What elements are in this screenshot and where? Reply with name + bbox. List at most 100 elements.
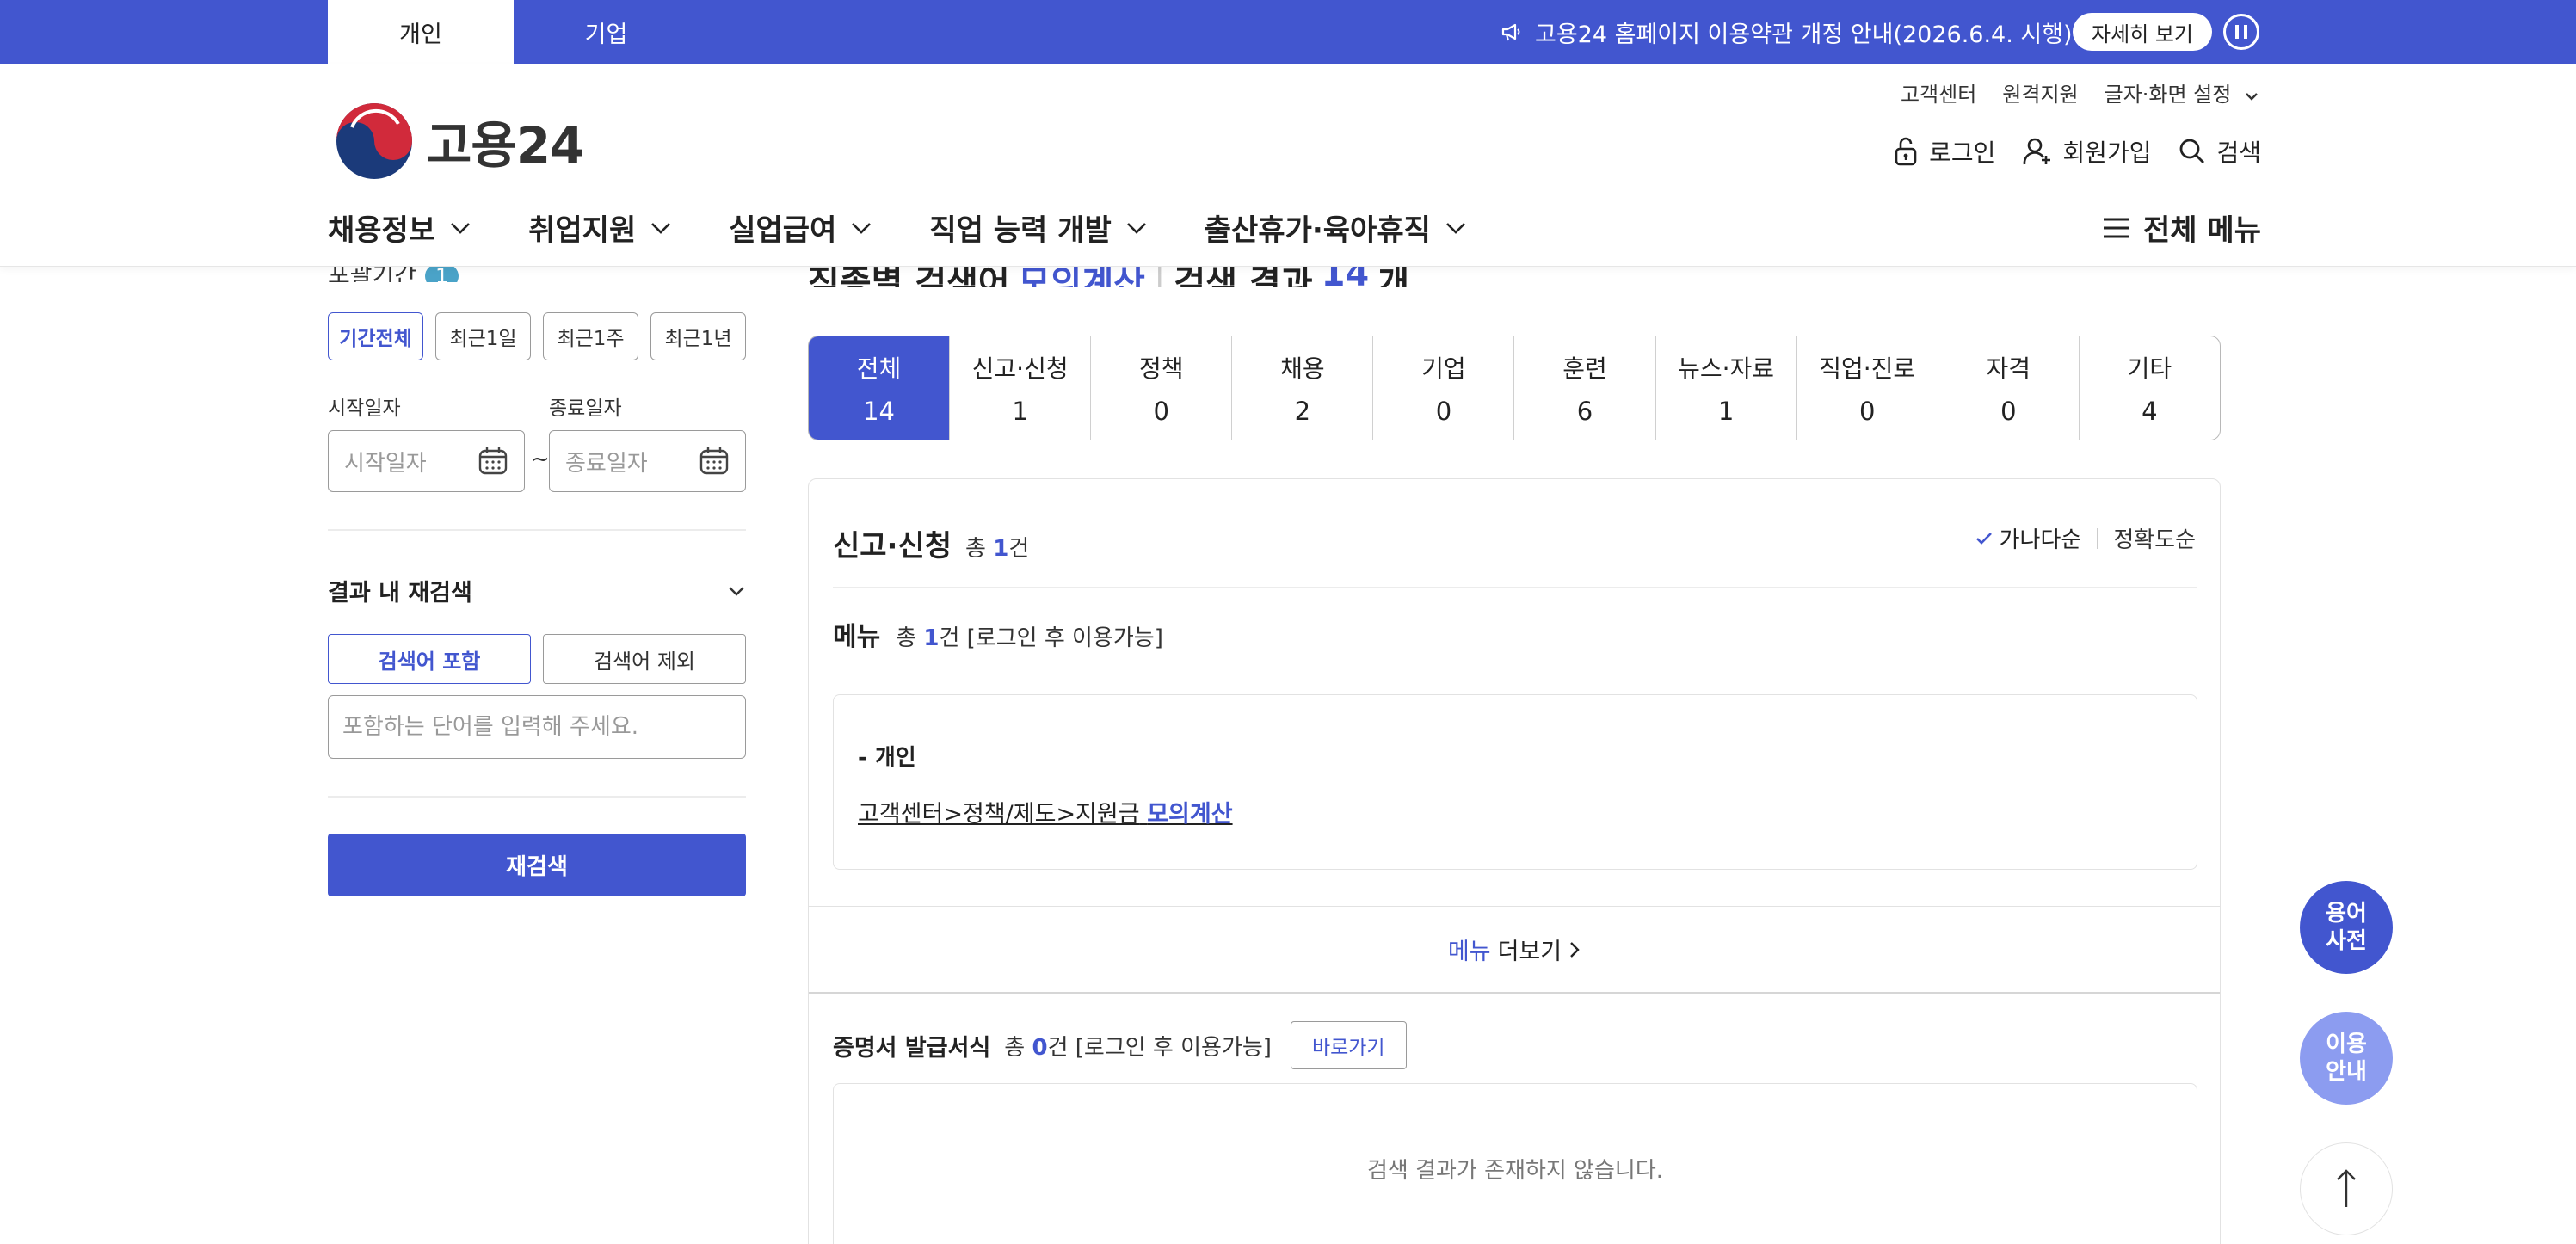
login-link[interactable]: 로그인 [1893,134,1995,169]
exclude-keyword-button[interactable]: 검색어 제외 [543,634,746,684]
tab-category-training[interactable]: 훈련 6 [1514,336,1656,440]
add-user-icon [2024,138,2051,165]
sort-accuracy[interactable]: 정확도순 [2113,522,2196,554]
nav-parental-leave[interactable]: 출산휴가·육아휴직 [1205,206,1467,249]
menu-subsection-title: 메뉴 [833,622,881,652]
notice-link[interactable]: 고용24 홈페이지 이용약관 개정 안내(2026.6.4. 시행) [1501,0,2073,64]
category-count: 4 [2142,397,2158,426]
category-count: 1 [1717,397,1735,426]
lock-icon [1895,137,1917,166]
count-unit: 건 [939,625,960,651]
util-display-settings[interactable]: 글자·화면 설정 [2105,77,2259,108]
period-1day-button[interactable]: 최근1일 [435,312,531,360]
end-date-field[interactable]: 종료일자 [549,430,746,492]
include-keyword-button[interactable]: 검색어 포함 [328,634,531,684]
guide-label: 이용 안내 [2326,1031,2367,1086]
sidebar-partial-badge: 1 [425,264,459,282]
nav-skill-development[interactable]: 직업 능력 개발 [929,206,1147,249]
tab-category-company[interactable]: 기업 0 [1373,336,1515,440]
period-1week-button[interactable]: 최근1주 [543,312,638,360]
result-item-path: 고객센터>정책/제도>지원금 [858,801,1140,828]
goto-button[interactable]: 바로가기 [1290,1021,1407,1069]
util-customer-center[interactable]: 고객센터 [1901,77,1976,108]
tab-category-career[interactable]: 직업·진로 0 [1797,336,1938,440]
nav-employment-support[interactable]: 취업지원 [528,206,672,249]
tab-category-report[interactable]: 신고·신청 1 [950,336,1092,440]
calendar-icon[interactable] [478,446,508,477]
pause-icon[interactable] [2223,14,2259,50]
scroll-top-button[interactable] [2300,1142,2393,1235]
glossary-label: 용어 사전 [2326,900,2367,955]
util-remote-support[interactable]: 원격지원 [2002,77,2078,108]
research-section-toggle[interactable]: 결과 내 재검색 [328,574,746,607]
sort-alphabetical-label: 가나다순 [1999,527,2082,553]
tab-category-etc[interactable]: 기타 4 [2080,336,2220,440]
guide-button[interactable]: 이용 안내 [2300,1012,2393,1105]
search-label: 검색 [2216,139,2261,167]
category-count: 2 [1294,397,1311,426]
category-label: 훈련 [1562,354,1607,383]
tab-company[interactable]: 기업 [514,0,699,64]
chevron-down-icon [651,222,671,234]
nav-job-info[interactable]: 채용정보 [328,206,471,249]
sort-alphabetical[interactable]: 가나다순 [1975,522,2082,554]
all-menu-label: 전체 메뉴 [2143,213,2261,248]
category-label: 전체 [856,354,902,383]
menu-count-number: 1 [923,625,940,651]
date-range-tilde: ~ [531,446,550,472]
logo-text: 고용24 [426,116,584,175]
login-note: [로그인 후 이용가능] [1075,1034,1272,1061]
category-count: 0 [1858,397,1876,426]
tab-category-license[interactable]: 자격 0 [1938,336,2080,440]
result-item-category: - 개인 [858,745,916,771]
top-notice-bar: 개인 기업 고용24 홈페이지 이용약관 개정 안내(2026.6.4. 시행)… [0,0,2576,64]
tab-category-all[interactable]: 전체 14 [809,336,951,440]
research-keyword-input[interactable] [328,695,746,759]
total-word: 총 [896,625,917,651]
site-logo[interactable]: 고용24 [335,102,584,181]
result-item-link[interactable]: 고객센터>정책/제도>지원금 모의계산 [858,795,1233,828]
all-menu-button[interactable]: 전체 메뉴 [2102,206,2261,249]
category-label: 신고·신청 [971,354,1069,383]
category-count: 6 [1576,397,1593,426]
glossary-button[interactable]: 용어 사전 [2300,881,2393,974]
tab-category-hiring[interactable]: 채용 2 [1232,336,1374,440]
sort-options: 가나다순 정확도순 [1975,522,2196,554]
search-link[interactable]: 검색 [2179,134,2261,169]
empty-result-text: 검색 결과가 존재하지 않습니다. [1366,1158,1664,1184]
nav-unemployment-benefit[interactable]: 실업급여 [729,206,872,249]
chevron-right-icon [1570,941,1580,958]
certificate-subsection-header: 증명서 발급서식 총 0건 [로그인 후 이용가능] 바로가기 [833,1021,1407,1069]
category-label: 채용 [1280,354,1325,383]
section-count-number: 1 [993,536,1009,562]
period-1year-button[interactable]: 최근1년 [650,312,746,360]
util-display-settings-label: 글자·화면 설정 [2104,83,2232,107]
notice-text: 고용24 홈페이지 이용약관 개정 안내(2026.6.4. 시행) [1535,21,2073,48]
calendar-icon[interactable] [699,446,730,477]
megaphone-icon [1501,22,1523,42]
start-date-field[interactable]: 시작일자 [328,430,525,492]
signup-label: 회원가입 [2062,139,2152,167]
tab-personal[interactable]: 개인 [328,0,514,64]
total-word: 총 [965,536,986,562]
tab-category-policy[interactable]: 정책 0 [1091,336,1233,440]
period-all-button[interactable]: 기간전체 [328,312,423,360]
research-button[interactable]: 재검색 [328,834,746,896]
nav-job-info-label: 채용정보 [328,213,436,248]
section-title: 신고·신청 [833,529,952,563]
category-label: 기타 [2127,354,2172,383]
notice-detail-button[interactable]: 자세히 보기 [2073,13,2212,51]
member-links: 로그인 회원가입 검색 [1893,134,2261,169]
section-count: 총 1건 [965,531,1029,563]
certificate-title: 증명서 발급서식 [833,1034,991,1062]
start-date-placeholder: 시작일자 [344,450,427,477]
start-date-label: 시작일자 [328,397,401,420]
end-date-placeholder: 종료일자 [565,450,648,477]
signup-link[interactable]: 회원가입 [2023,134,2151,169]
end-date-label: 종료일자 [549,397,622,420]
hamburger-menu-icon [2104,218,2130,237]
taeguk-logo-icon [336,103,412,179]
tab-category-news[interactable]: 뉴스·자료 1 [1656,336,1797,440]
category-label: 직업·진로 [1819,354,1916,383]
menu-more-button[interactable]: 메뉴 더보기 [809,906,2220,994]
